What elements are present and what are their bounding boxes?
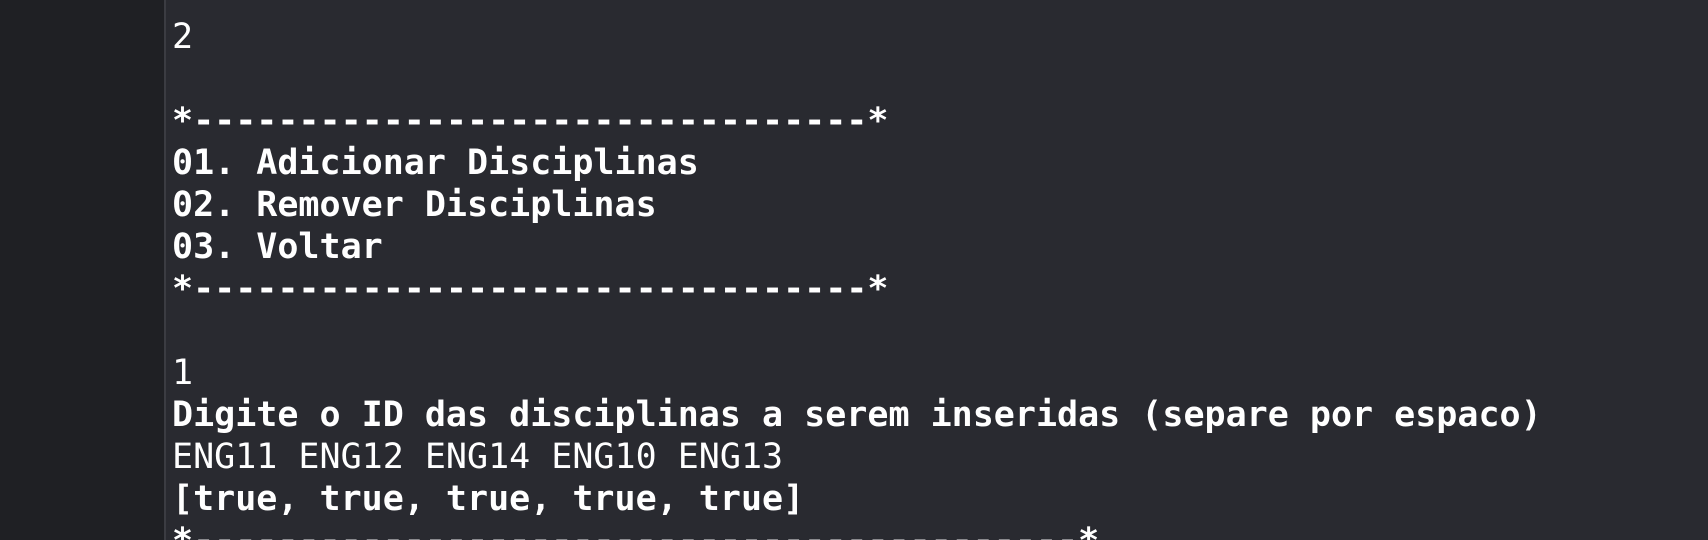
user-input-ids: ENG11 ENG12 ENG14 ENG10 ENG13 — [172, 437, 784, 477]
result-output: [true, true, true, true, true] — [172, 479, 805, 519]
menu-border-top: *--------------------------------* — [172, 101, 889, 141]
menu-item-remover: 02. Remover Disciplinas — [172, 185, 657, 225]
user-input-line: 2 — [172, 17, 194, 57]
menu-border-partial: *---------------------------------------… — [172, 520, 1099, 540]
user-input-choice: 1 — [172, 353, 194, 393]
menu-border-bottom: *--------------------------------* — [172, 269, 889, 309]
prompt-text: Digite o ID das disciplinas a serem inse… — [172, 395, 1542, 435]
console-output[interactable]: 2 *--------------------------------* 01.… — [172, 0, 1692, 540]
editor-gutter — [0, 0, 166, 540]
menu-item-voltar: 03. Voltar — [172, 227, 383, 267]
menu-item-adicionar: 01. Adicionar Disciplinas — [172, 143, 699, 183]
